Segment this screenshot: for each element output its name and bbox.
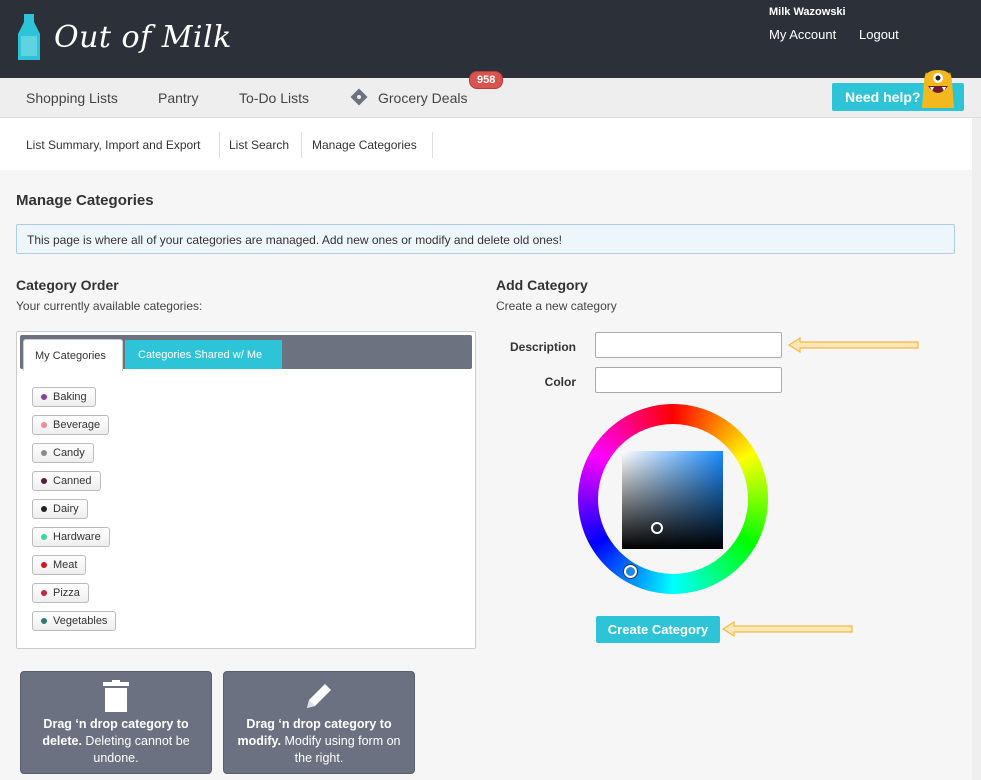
description-label: Description	[509, 340, 576, 354]
category-color-dot	[41, 422, 47, 428]
category-chip-vegetables[interactable]: Vegetables	[32, 611, 117, 631]
category-chip-canned[interactable]: Canned	[32, 471, 101, 491]
modify-dropzone-text: Drag ‘n drop category to modify. Modify …	[224, 716, 414, 767]
category-label: Pizza	[53, 587, 80, 599]
pencil-icon	[307, 684, 331, 708]
category-label: Baking	[53, 391, 87, 403]
tab-my-categories[interactable]: My Categories	[23, 339, 123, 371]
category-color-dot	[41, 450, 47, 456]
category-label: Candy	[53, 447, 85, 459]
subnav-divider	[432, 132, 433, 158]
deals-tag-icon	[350, 88, 368, 106]
subnav-manage-categories[interactable]: Manage Categories	[312, 138, 417, 152]
deals-count-badge: 958	[469, 71, 504, 89]
saturation-value-marker[interactable]	[651, 522, 663, 534]
nav-grocery-deals[interactable]: Grocery Deals	[378, 90, 467, 106]
category-chip-hardware[interactable]: Hardware	[32, 527, 110, 547]
trash-icon	[103, 680, 129, 712]
add-category-title: Add Category	[496, 277, 588, 293]
color-label: Color	[544, 375, 576, 389]
category-chip-meat[interactable]: Meat	[32, 555, 87, 575]
category-label: Hardware	[53, 531, 101, 543]
saturation-value-picker[interactable]	[622, 451, 723, 549]
subnav-list-search[interactable]: List Search	[229, 138, 289, 152]
my-account-link[interactable]: My Account	[769, 27, 836, 42]
arrow-icon	[788, 337, 919, 353]
subnav-list-summary[interactable]: List Summary, Import and Export	[26, 138, 201, 152]
subnav-divider	[301, 132, 302, 158]
category-chip-pizza[interactable]: Pizza	[32, 583, 89, 603]
logo-text: Out of Milk	[54, 19, 232, 55]
scroll-gutter	[972, 118, 981, 780]
category-color-dot	[41, 618, 47, 624]
category-label: Dairy	[53, 503, 79, 515]
app-logo[interactable]: Out of Milk	[18, 14, 232, 60]
category-order-subtitle: Your currently available categories:	[16, 299, 203, 313]
nav-pantry[interactable]: Pantry	[158, 90, 198, 106]
monster-mascot-icon	[922, 70, 954, 108]
category-chip-beverage[interactable]: Beverage	[32, 415, 110, 435]
description-input[interactable]	[595, 332, 782, 358]
delete-dropzone[interactable]: Drag ‘n drop category to delete. Deletin…	[20, 671, 212, 774]
modify-dropzone-note: Modify using form on the right.	[281, 734, 401, 765]
category-label: Canned	[53, 475, 92, 487]
category-color-dot	[41, 394, 47, 400]
create-category-button[interactable]: Create Category	[596, 616, 720, 643]
category-color-dot	[41, 478, 47, 484]
category-chip-dairy[interactable]: Dairy	[32, 499, 88, 519]
page-title: Manage Categories	[16, 192, 154, 209]
logout-link[interactable]: Logout	[859, 27, 899, 42]
hue-marker[interactable]	[624, 565, 637, 578]
milk-bottle-icon	[18, 14, 40, 60]
category-order-title: Category Order	[16, 277, 119, 293]
category-color-dot	[41, 506, 47, 512]
color-input[interactable]	[595, 367, 782, 393]
category-chip-baking[interactable]: Baking	[32, 387, 96, 407]
info-banner: This page is where all of your categorie…	[16, 224, 955, 254]
nav-todo-lists[interactable]: To-Do Lists	[239, 90, 309, 106]
category-color-dot	[41, 590, 47, 596]
category-label: Vegetables	[53, 615, 108, 627]
category-color-dot	[41, 562, 47, 568]
add-category-subtitle: Create a new category	[496, 299, 617, 313]
category-chip-candy[interactable]: Candy	[32, 443, 94, 463]
user-name: Milk Wazowski	[769, 6, 846, 18]
category-label: Meat	[53, 559, 78, 571]
tab-shared-categories[interactable]: Categories Shared w/ Me	[125, 340, 282, 369]
nav-shopping-lists[interactable]: Shopping Lists	[26, 90, 118, 106]
category-color-dot	[41, 534, 47, 540]
delete-dropzone-note: Deleting cannot be undone.	[81, 734, 190, 765]
arrow-icon	[722, 621, 853, 637]
category-label: Beverage	[53, 419, 101, 431]
delete-dropzone-text: Drag ‘n drop category to delete. Deletin…	[21, 716, 211, 767]
subnav-divider	[219, 132, 220, 158]
modify-dropzone[interactable]: Drag ‘n drop category to modify. Modify …	[223, 671, 415, 774]
